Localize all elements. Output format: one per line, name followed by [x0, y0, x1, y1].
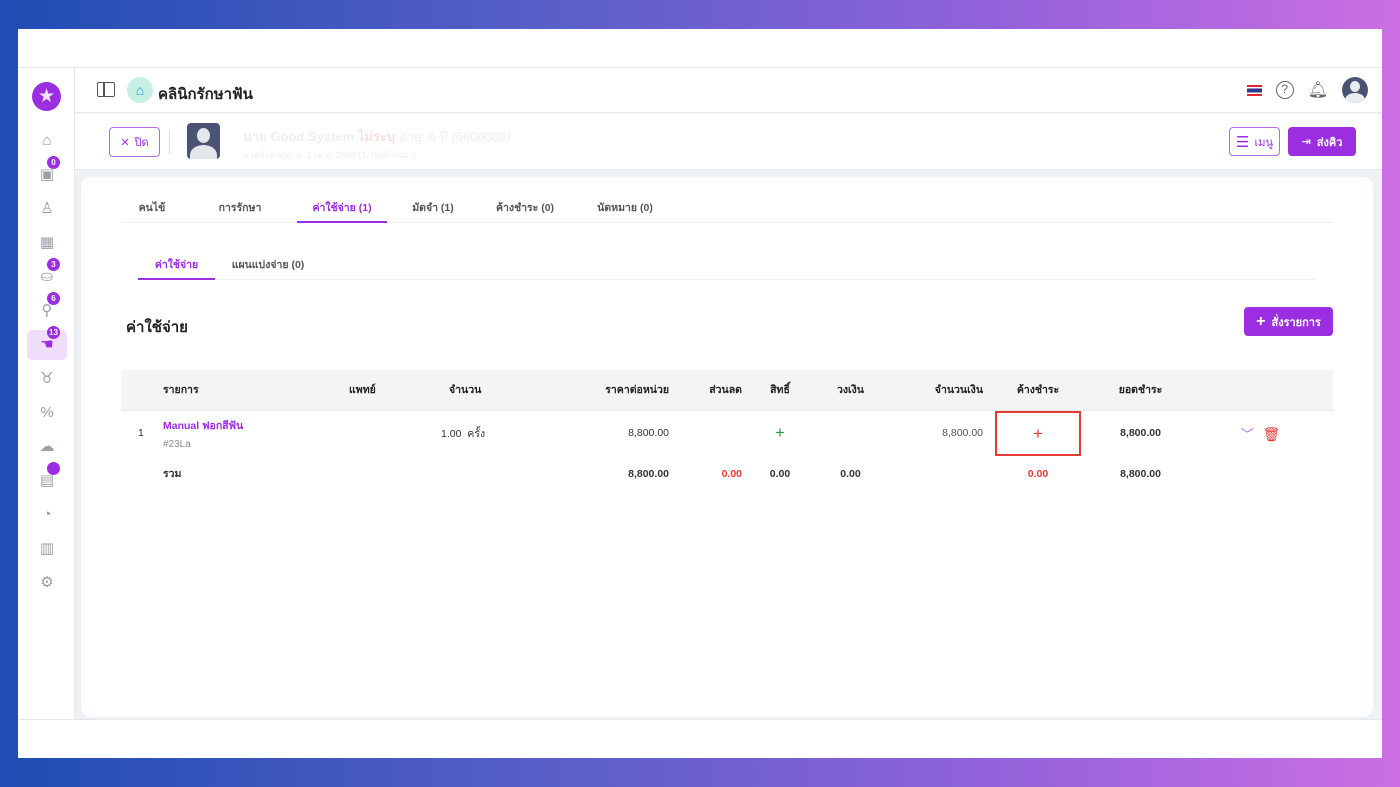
sign-out-icon: ⇥ — [1301, 136, 1311, 148]
count-badge — [47, 462, 60, 475]
thai-flag-icon[interactable] — [1246, 84, 1262, 96]
sidebar-toggle-icon[interactable] — [97, 82, 115, 97]
user-avatar[interactable] — [1342, 77, 1368, 103]
add-outstanding-button[interactable]: + — [995, 410, 1081, 456]
tooth-icon: ♉ — [40, 370, 54, 387]
queue-board-icon: ▦ — [39, 234, 55, 251]
sidebar-item-cloud[interactable]: ☁ — [27, 432, 67, 462]
sidebar: ★ ⌂ ▣ 0 ♙ ▦ ⛀ 3 ⚲ 6 ☚ 13 ♉% ☁ ▤ ◔ ▥ ⚙ — [18, 68, 75, 719]
tab-1[interactable]: การรักษา — [191, 195, 289, 223]
tab-5[interactable]: นัดหมาย (0) — [579, 195, 671, 223]
item-link[interactable]: Manual ฟอกสีฟัน — [163, 417, 349, 434]
col-discount: ส่วนลด — [669, 370, 742, 411]
dashboard-gauge-icon: ◔ — [42, 506, 52, 523]
report-chart-icon: ▥ — [39, 540, 55, 557]
sub-tabs: ค่าใช้จ่าย แผนแบ่งจ่าย (0) — [138, 251, 1316, 280]
patient-name: นาย Good System ไม่ระบุ อายุ: 6 ปี (6600… — [243, 129, 511, 144]
divider — [169, 130, 170, 154]
col-doctor: แพทย์ — [349, 370, 449, 411]
count-badge: 6 — [47, 292, 60, 305]
expense-table: รายการ แพทย์ จำนวน ราคาต่อหน่วย ส่วนลด ส… — [121, 370, 1333, 492]
count-badge: 13 — [47, 326, 60, 339]
col-item: รายการ — [163, 370, 349, 411]
sidebar-item-inventory[interactable]: ▤ — [27, 462, 67, 496]
sidebar-item-report-chart[interactable]: ▥ — [27, 534, 67, 564]
help-icon[interactable]: ? — [1275, 81, 1294, 99]
add-order-button[interactable]: + สั่งรายการ — [1244, 307, 1333, 336]
section-title: ค่าใช้จ่าย — [126, 319, 188, 336]
trash-icon[interactable]: 🗑︎ — [1263, 426, 1281, 442]
sidebar-item-discount[interactable]: % — [27, 398, 67, 428]
sidebar-item-queue-board[interactable]: ▦ — [27, 228, 67, 258]
sidebar-item-treatment[interactable]: ⛀ 3 — [27, 258, 67, 292]
content-card: คนไข้ การรักษา ค่าใช้จ่าย (1) มัดจำ (1) ค้าง… — [81, 177, 1373, 717]
sidebar-item-lab-tools[interactable]: ⚲ 6 — [27, 292, 67, 326]
tab-2[interactable]: ค่าใช้จ่าย (1) — [297, 195, 387, 223]
cloud-icon: ☁ — [39, 438, 55, 455]
sidebar-item-dashboard-gauge[interactable]: ◔ — [27, 500, 67, 530]
tab-4[interactable]: ค้างชำระ (0) — [479, 195, 571, 223]
hamburger-icon: ☰ — [1236, 133, 1250, 151]
count-badge: 3 — [47, 258, 60, 271]
patient-bar: ✕ ปิด นาย Good System ไม่ระบุ อายุ: 6 ปี … — [75, 114, 1382, 170]
app-window: ★ ⌂ ▣ 0 ♙ ▦ ⛀ 3 ⚲ 6 ☚ 13 ♉% ☁ ▤ ◔ ▥ ⚙ ⌂ คลินิกรักษาฟัน … — [18, 67, 1382, 720]
patient-avatar — [187, 123, 220, 159]
main-tabs: คนไข้ การรักษา ค่าใช้จ่าย (1) มัดจำ (1) ค้าง… — [121, 195, 1333, 223]
clinic-name: คลินิกรักษาฟัน — [158, 86, 253, 103]
screen-frame: ★ ⌂ ▣ 0 ♙ ▦ ⛀ 3 ⚲ 6 ☚ 13 ♉% ☁ ▤ ◔ ▥ ⚙ ⌂ คลินิกรักษาฟัน … — [18, 29, 1382, 758]
clinic-home-icon: ⌂ — [127, 77, 153, 103]
col-limit: วงเงิน — [818, 370, 883, 411]
close-icon: ✕ — [120, 136, 130, 149]
col-outstanding: ค้างชำระ — [983, 370, 1093, 411]
subtab-0[interactable]: ค่าใช้จ่าย — [138, 251, 215, 280]
home-icon: ⌂ — [42, 132, 52, 149]
subtab-1[interactable]: แผนแบ่งจ่าย (0) — [215, 251, 321, 280]
col-qty: จำนวน — [449, 370, 559, 411]
sidebar-item-tooth[interactable]: ♉ — [27, 364, 67, 394]
sidebar-item-calendar[interactable]: ▣ 0 — [27, 156, 67, 190]
top-header: ⌂ คลินิกรักษาฟัน ? 🔔︎ — [75, 68, 1382, 113]
total-row: รวม 8,800.00 0.00 0.00 0.00 0.00 8,800.0… — [163, 467, 1161, 481]
send-queue-button[interactable]: ⇥ ส่งคิว — [1288, 127, 1356, 156]
chevron-down-icon[interactable]: ﹀ — [1241, 427, 1254, 442]
user-icon: ♙ — [40, 200, 54, 217]
count-badge: 0 — [47, 156, 60, 169]
patient-last-visit: มาครั้งล่าสุด: อ. 1 เม.ย. 2568 (1 วันที่… — [243, 150, 417, 160]
sidebar-item-settings[interactable]: ⚙ — [27, 568, 67, 598]
sidebar-item-user[interactable]: ♙ — [27, 194, 67, 224]
discount-icon: % — [40, 404, 54, 421]
tab-3[interactable]: มัดจำ (1) — [395, 195, 471, 223]
bell-icon[interactable]: 🔔︎ — [1308, 80, 1328, 100]
close-button[interactable]: ✕ ปิด — [109, 127, 160, 157]
col-right: สิทธิ์ — [742, 370, 818, 411]
settings-icon: ⚙ — [40, 574, 54, 591]
col-unit-price: ราคาต่อหน่วย — [559, 370, 669, 411]
tab-0[interactable]: คนไข้ — [121, 195, 183, 223]
table-row: 1 Manual ฟอกสีฟัน #23La 1.00 ครั้ง 8,800.… — [121, 410, 1333, 456]
menu-button[interactable]: ☰ เมนู — [1229, 127, 1280, 156]
plus-icon: + — [1256, 312, 1266, 330]
add-right-button[interactable]: + — [742, 410, 818, 456]
col-paid: ยอดชำระ — [1093, 370, 1188, 411]
sidebar-item-home[interactable]: ⌂ — [27, 126, 67, 156]
col-amount: จำนวนเงิน — [883, 370, 983, 411]
star-logo-icon[interactable]: ★ — [32, 82, 61, 111]
sidebar-item-payment-hand[interactable]: ☚ 13 — [27, 326, 67, 360]
